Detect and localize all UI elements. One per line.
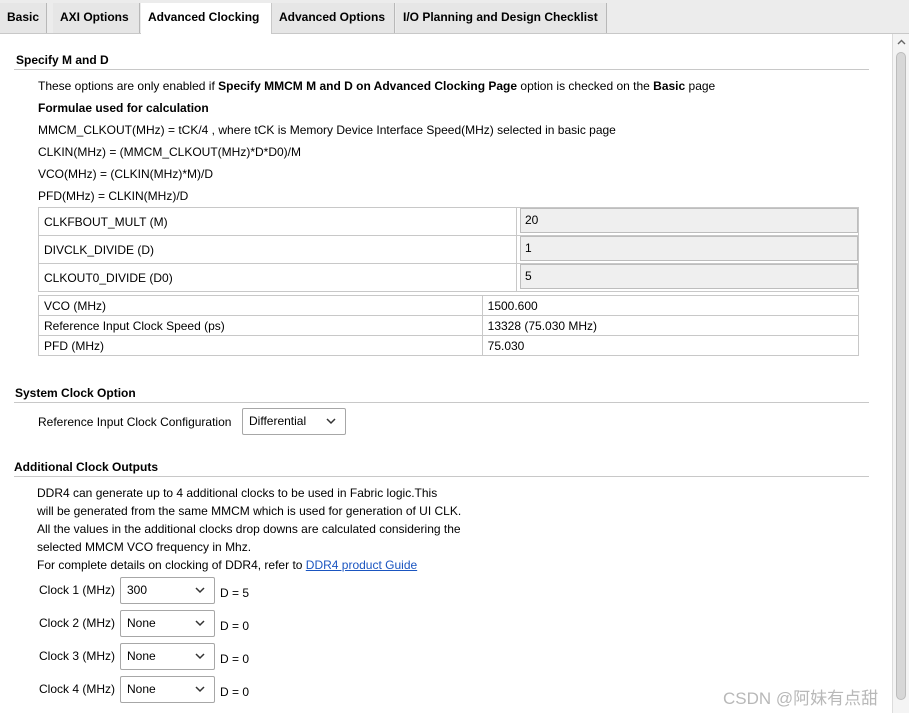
scrollbar-thumb[interactable] [896, 52, 906, 700]
clock-3-divider-value: D = 0 [220, 652, 250, 666]
clock-4-select[interactable]: None [120, 676, 215, 703]
chevron-down-icon [195, 587, 205, 594]
param-label: CLKFBOUT_MULT (M) [38, 207, 517, 236]
formula-clkin: CLKIN(MHz) = (MMCM_CLKOUT(MHz)*D*D0)/M [38, 145, 301, 159]
tab-advanced-options[interactable]: Advanced Options [272, 3, 395, 33]
system-clock-divider [14, 402, 869, 403]
additional-clocks-divider [14, 476, 869, 477]
additional-desc-line-3: All the values in the additional clocks … [37, 522, 461, 536]
ref-clock-config-label: Reference Input Clock Configuration [38, 415, 232, 429]
chevron-down-icon [326, 418, 336, 425]
clock-3-select[interactable]: None [120, 643, 215, 670]
scroll-up-arrow-icon[interactable] [897, 38, 906, 47]
reference-prefix: For complete details on clocking of DDR4… [37, 558, 306, 572]
divclk-divide-field[interactable]: 1 [520, 236, 858, 261]
clock-4-value: None [127, 682, 156, 696]
vertical-scrollbar[interactable] [892, 34, 909, 713]
additional-desc-line-2: will be generated from the same MMCM whi… [37, 504, 462, 518]
result-value: 75.030 [481, 335, 860, 356]
system-clock-section-title: System Clock Option [15, 386, 136, 400]
clock-2-label: Clock 2 (MHz) [39, 616, 116, 630]
clkfbout-mult-field[interactable]: 20 [520, 208, 858, 233]
clock-1-divider-value: D = 5 [220, 586, 250, 600]
note-middle: option is checked on the [517, 79, 654, 93]
tab-bar: Basic AXI Options Advanced Clocking Adva… [0, 0, 909, 34]
ddr4-product-guide-link[interactable]: DDR4 product Guide [306, 558, 417, 572]
main-content: Specify M and D These options are only e… [0, 34, 892, 713]
param-label: CLKOUT0_DIVIDE (D0) [38, 263, 517, 292]
specify-divider [14, 69, 869, 70]
ref-clock-config-select[interactable]: Differential [242, 408, 346, 435]
additional-desc-line-1: DDR4 can generate up to 4 additional clo… [37, 486, 438, 500]
clock-3-label: Clock 3 (MHz) [39, 649, 116, 663]
tab-basic[interactable]: Basic [0, 3, 47, 33]
tab-axi-options[interactable]: AXI Options [53, 3, 140, 33]
clock-1-label: Clock 1 (MHz) [39, 583, 116, 597]
tab-advanced-clocking[interactable]: Advanced Clocking [141, 3, 272, 34]
note-option-name: Specify MMCM M and D on Advanced Clockin… [218, 79, 518, 93]
result-label: Reference Input Clock Speed (ps) [38, 315, 483, 336]
result-row-pfd: PFD (MHz) 75.030 [38, 335, 860, 356]
clock-4-label: Clock 4 (MHz) [39, 682, 116, 696]
note-prefix: These options are only enabled if [38, 79, 219, 93]
chevron-down-icon [195, 620, 205, 627]
result-value: 1500.600 [481, 295, 860, 316]
specify-section-title: Specify M and D [16, 53, 109, 67]
result-label: PFD (MHz) [38, 335, 483, 356]
formula-pfd: PFD(MHz) = CLKIN(MHz)/D [38, 189, 189, 203]
clock-2-select[interactable]: None [120, 610, 215, 637]
additional-desc-line-4: selected MMCM VCO frequency in Mhz. [37, 540, 252, 554]
formula-title: Formulae used for calculation [38, 101, 209, 115]
result-row-ref-clock: Reference Input Clock Speed (ps) 13328 (… [38, 315, 860, 336]
clkout0-divide-field[interactable]: 5 [520, 264, 858, 289]
result-row-vco: VCO (MHz) 1500.600 [38, 295, 860, 316]
note-suffix: page [685, 79, 716, 93]
param-label: DIVCLK_DIVIDE (D) [38, 235, 517, 264]
chevron-down-icon [195, 653, 205, 660]
additional-reference: For complete details on clocking of DDR4… [37, 558, 417, 572]
tab-io-planning[interactable]: I/O Planning and Design Checklist [396, 3, 607, 33]
computed-results-table: VCO (MHz) 1500.600 Reference Input Clock… [38, 295, 860, 356]
clock-4-divider-value: D = 0 [220, 685, 250, 699]
formula-vco: VCO(MHz) = (CLKIN(MHz)*M)/D [38, 167, 213, 181]
clock-2-divider-value: D = 0 [220, 619, 250, 633]
clock-1-value: 300 [127, 583, 148, 597]
clock-3-value: None [127, 649, 156, 663]
result-value: 13328 (75.030 MHz) [481, 315, 860, 336]
chevron-down-icon [195, 686, 205, 693]
ref-clock-config-value: Differential [249, 414, 307, 428]
result-label: VCO (MHz) [38, 295, 483, 316]
specify-note: These options are only enabled if Specif… [38, 79, 715, 93]
clock-2-value: None [127, 616, 156, 630]
formula-mmcm-clkout: MMCM_CLKOUT(MHz) = tCK/4 , where tCK is … [38, 123, 616, 137]
additional-clocks-section-title: Additional Clock Outputs [14, 460, 158, 474]
clock-1-select[interactable]: 300 [120, 577, 215, 604]
watermark: CSDN @阿妹有点甜 [723, 689, 879, 708]
note-page-name: Basic [653, 79, 686, 93]
